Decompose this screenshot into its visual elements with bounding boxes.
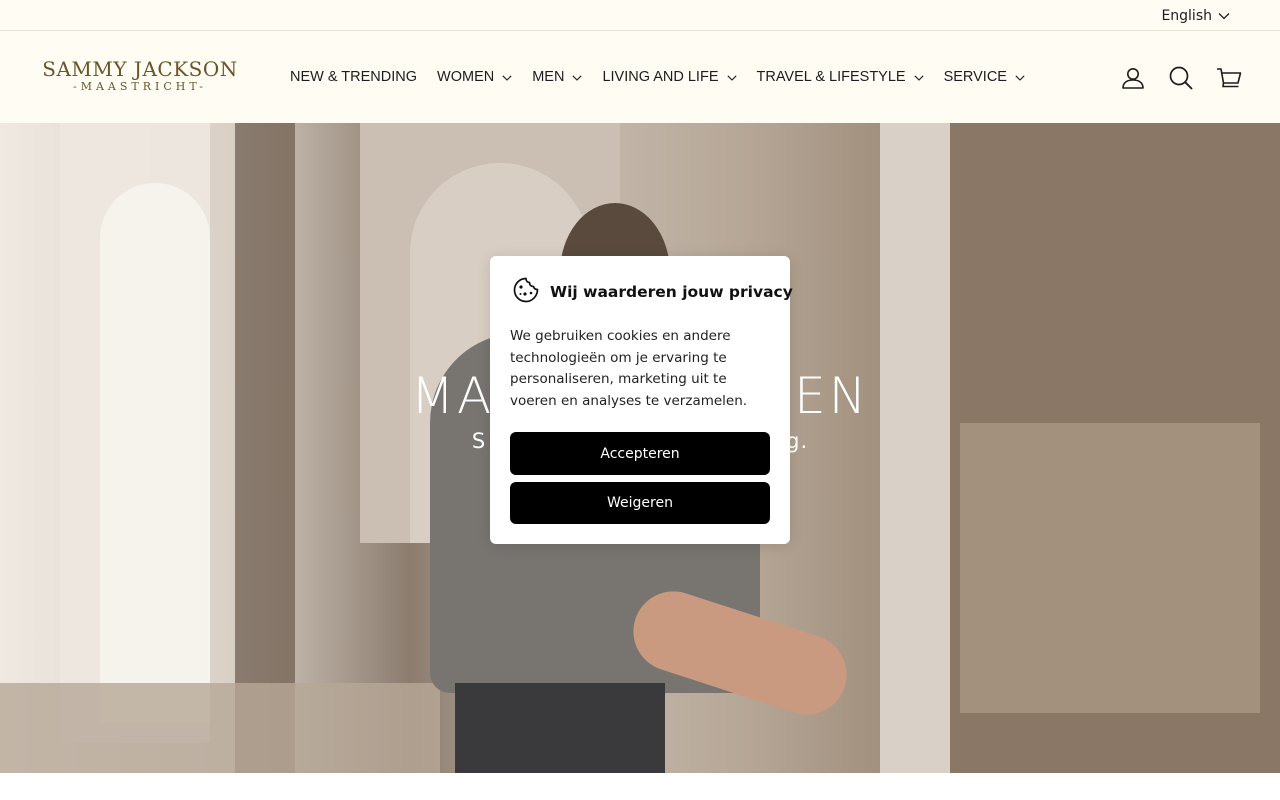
cart-icon[interactable]	[1216, 65, 1242, 91]
hero-title-right: EN	[794, 367, 870, 425]
cookie-consent-modal: Wij waarderen jouw privacy We gebruiken …	[490, 256, 793, 544]
chevron-down-icon	[502, 69, 512, 85]
nav-item-label: NEW & TRENDING	[290, 69, 418, 85]
arch-opening	[100, 183, 210, 723]
nav-item-label: LIVING AND LIFE	[602, 69, 719, 85]
nav-item-women[interactable]: WOMEN	[437, 69, 512, 85]
nav-item-label: TRAVEL & LIFESTYLE	[756, 69, 906, 85]
accept-button[interactable]: Accepteren	[510, 432, 770, 475]
modal-title: Wij waarderen jouw privacy	[550, 283, 793, 301]
page-content-start	[0, 773, 1280, 800]
language-label: English	[1161, 8, 1212, 24]
nav-item-service[interactable]: SERVICE	[944, 69, 1025, 85]
cookie-icon	[512, 276, 540, 308]
modal-description: We gebruiken cookies en andere technolog…	[510, 328, 748, 409]
nav-item-label: SERVICE	[943, 69, 1007, 85]
modal-header: Wij waarderen jouw privacy	[512, 276, 793, 308]
chevron-down-icon	[572, 69, 583, 85]
chevron-down-icon	[1015, 69, 1025, 85]
logo-sub-text: -MAASTRICHT-	[72, 80, 207, 93]
nav-item-new-trending[interactable]: NEW & TRENDING	[290, 69, 417, 85]
nav-item-travel-lifestyle[interactable]: TRAVEL & LIFESTYLE	[757, 69, 924, 85]
chevron-down-icon	[726, 69, 737, 85]
announcement-bar: English	[0, 0, 1280, 31]
main-nav: NEW & TRENDING WOMEN MEN LIVING AND LIFE…	[290, 67, 1045, 87]
site-header: SAMMY JACKSON -MAASTRICHT- NEW & TRENDIN…	[0, 31, 1280, 123]
nav-item-living-and-life[interactable]: LIVING AND LIFE	[602, 69, 737, 85]
reject-button[interactable]: Weigeren	[510, 482, 770, 524]
model-trousers	[455, 683, 665, 773]
wall-panel	[960, 423, 1260, 713]
floor-ledge	[0, 683, 440, 773]
site-logo[interactable]: SAMMY JACKSON -MAASTRICHT-	[39, 57, 241, 99]
chevron-down-icon	[913, 69, 924, 85]
nav-item-label: MEN	[532, 69, 565, 85]
search-icon[interactable]	[1168, 65, 1194, 91]
account-icon[interactable]	[1120, 65, 1146, 91]
nav-item-label: WOMEN	[437, 69, 495, 85]
logo-main-text: SAMMY JACKSON	[42, 57, 238, 81]
hero-sub-left: S	[471, 429, 487, 453]
header-actions	[1120, 64, 1242, 92]
hero-title-left: MA	[410, 367, 495, 425]
chevron-down-icon	[1218, 8, 1230, 24]
nav-item-men[interactable]: MEN	[532, 69, 583, 85]
language-selector[interactable]: English	[1161, 6, 1230, 26]
